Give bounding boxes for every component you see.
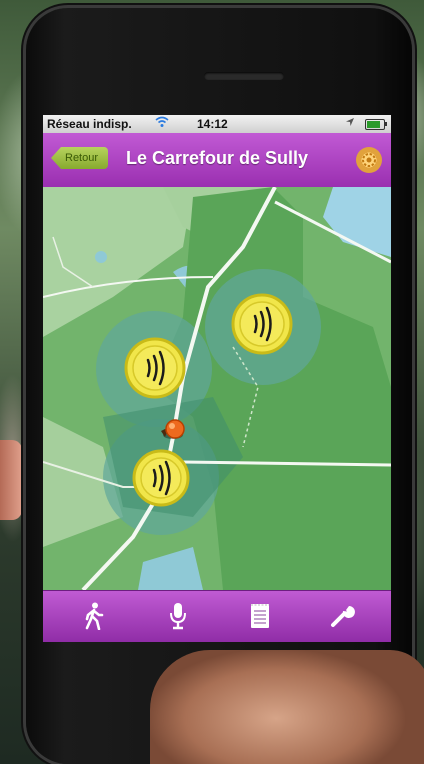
sound-marker[interactable]	[124, 337, 186, 399]
tab-settings[interactable]	[327, 601, 357, 631]
wrench-icon	[331, 606, 355, 627]
tab-bar	[43, 590, 391, 642]
map-view[interactable]	[43, 187, 391, 590]
tab-list[interactable]	[245, 601, 275, 631]
wifi-icon	[155, 116, 169, 131]
clock-time: 14:12	[197, 117, 228, 131]
phone-speaker	[204, 72, 284, 80]
sound-marker[interactable]	[132, 449, 190, 507]
gear-icon[interactable]	[356, 147, 382, 173]
tab-record[interactable]	[163, 601, 193, 631]
page-title: Le Carrefour de Sully	[125, 148, 309, 168]
tab-walk[interactable]	[79, 601, 109, 631]
location-arrow-icon	[345, 117, 355, 130]
status-bar: Réseau indisp. 14:12	[43, 115, 391, 133]
water-area	[95, 251, 107, 263]
microphone-icon	[170, 603, 186, 630]
walking-person-icon	[85, 602, 104, 630]
navigation-bar: Retour Le Carrefour de Sully	[43, 133, 391, 188]
battery-icon	[365, 119, 387, 130]
notepad-icon	[251, 604, 269, 628]
carrier-label: Réseau indisp.	[47, 117, 132, 131]
phone-screen: Réseau indisp. 14:12 Retour Le Carrefour…	[43, 115, 391, 642]
left-thumb	[0, 440, 22, 520]
sound-marker[interactable]	[231, 293, 293, 355]
holding-hand	[150, 650, 424, 764]
